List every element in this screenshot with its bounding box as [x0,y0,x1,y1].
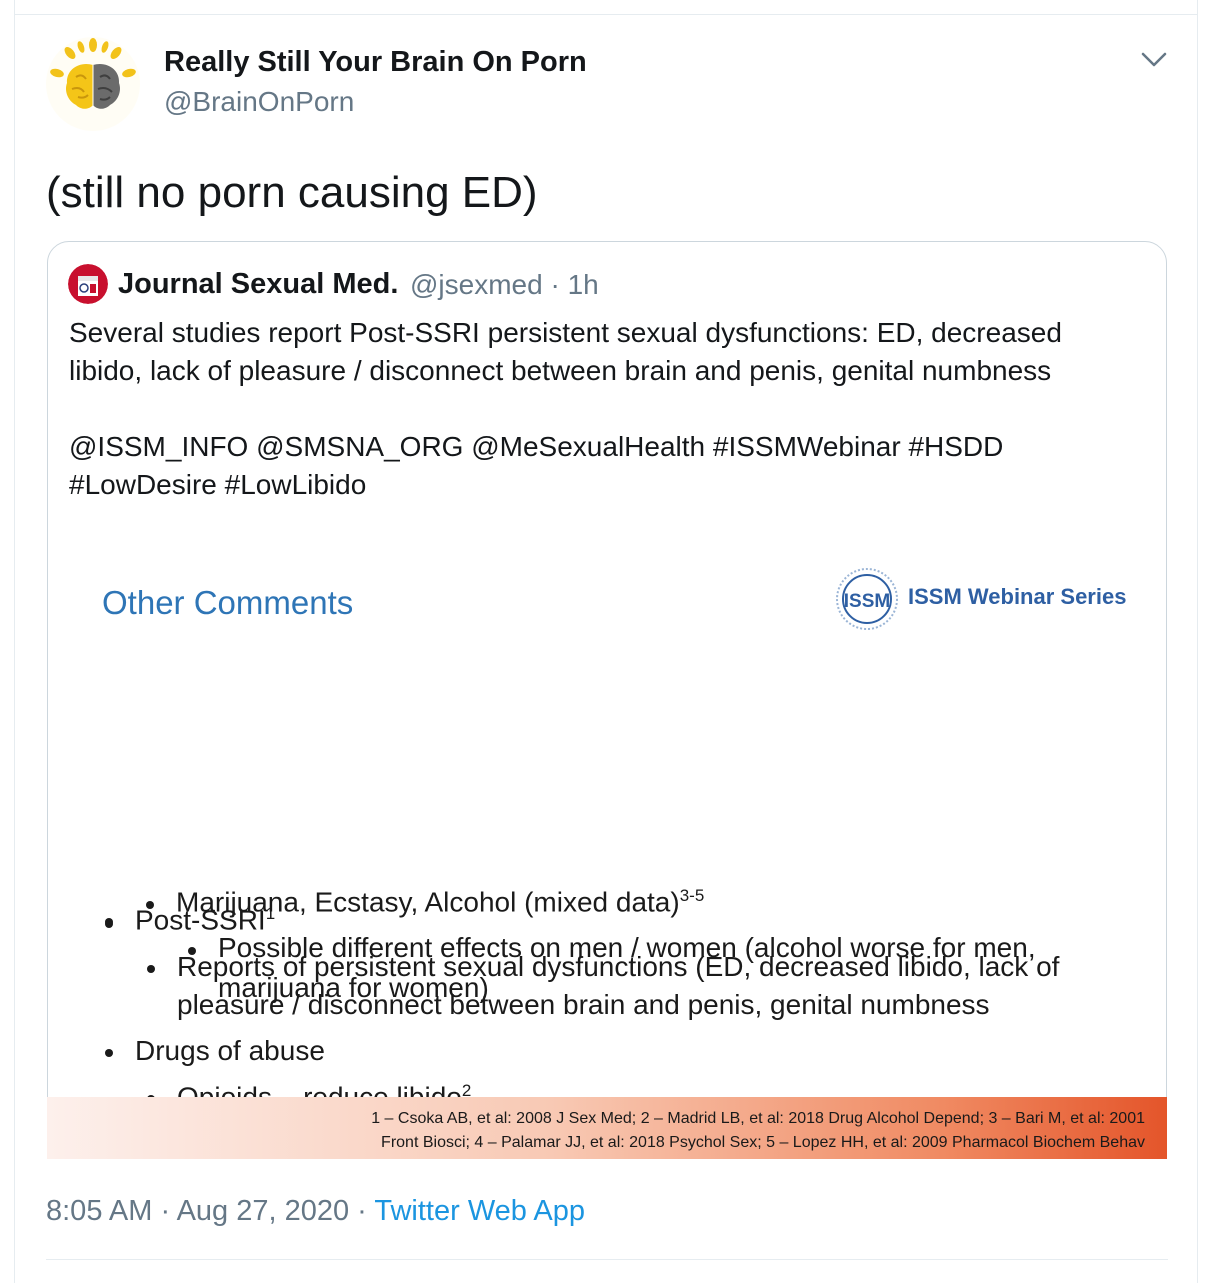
quoted-text-line: libido, lack of pleasure / disconnect be… [69,355,1052,386]
tweet-source-link[interactable]: Twitter Web App [374,1195,585,1227]
chevron-down-icon[interactable] [1138,46,1170,74]
journal-logo-icon [68,264,108,304]
quoted-handle: @jsexmed [410,269,543,300]
tweet-text: (still no porn causing ED) [46,168,538,217]
bullet-dot [147,965,155,973]
tweet-time[interactable]: 8:05 AM [46,1195,152,1227]
quoted-author-name: Journal Sexual Med. [118,268,399,300]
quoted-tags-line: @ISSM_INFO @SMSNA_ORG @MeSexualHealth #I… [69,431,1004,462]
tweet-timestamp: 8:05 AM · Aug 27, 2020 · Twitter Web App [46,1195,585,1227]
author-name[interactable]: Really Still Your Brain On Porn [164,46,587,79]
quoted-text-line: Several studies report Post-SSRI persist… [69,317,1062,348]
bullet-dot [105,1049,113,1057]
quoted-media-slide[interactable]: Other Comments ISSM ISSM Webinar Series … [48,540,1166,1158]
slide-bullet-l2: Opioids – reduce libido2 [177,1081,472,1113]
quoted-age: 1h [567,269,599,300]
issm-seal-text: ISSM [844,591,890,612]
slide-bullet-l2: Reports of persistent sexual dysfunction… [177,951,1060,982]
slide-title: Other Comments [102,584,354,621]
quoted-avatar[interactable] [68,264,108,304]
divider [14,14,1198,15]
brain-sun-avatar-icon [50,38,136,109]
quoted-text: Several studies report Post-SSRI persist… [69,314,1149,504]
divider [46,1259,1168,1260]
bullet-dot [105,920,113,928]
issm-seal-icon: ISSM [836,568,898,630]
issm-logo-text: ISSM Webinar Series [908,584,1127,609]
author-avatar[interactable] [46,37,140,131]
author-handle[interactable]: @BrainOnPorn [164,86,354,118]
quoted-tweet[interactable]: Journal Sexual Med. @jsexmed · 1h Severa… [47,241,1167,1159]
bullet-dot [147,1095,155,1103]
quoted-tags-line: #LowDesire #LowLibido [69,469,367,500]
slide-bullet-l2-cont: pleasure / disconnect between brain and … [177,989,990,1020]
slide-bullet-l1: Post-SSRI1 [135,904,276,936]
tweet-date[interactable]: Aug 27, 2020 [177,1195,350,1227]
slide-bullet-l1: Drugs of abuse [135,1035,325,1066]
quoted-handle-time: @jsexmed · 1h [410,269,599,300]
